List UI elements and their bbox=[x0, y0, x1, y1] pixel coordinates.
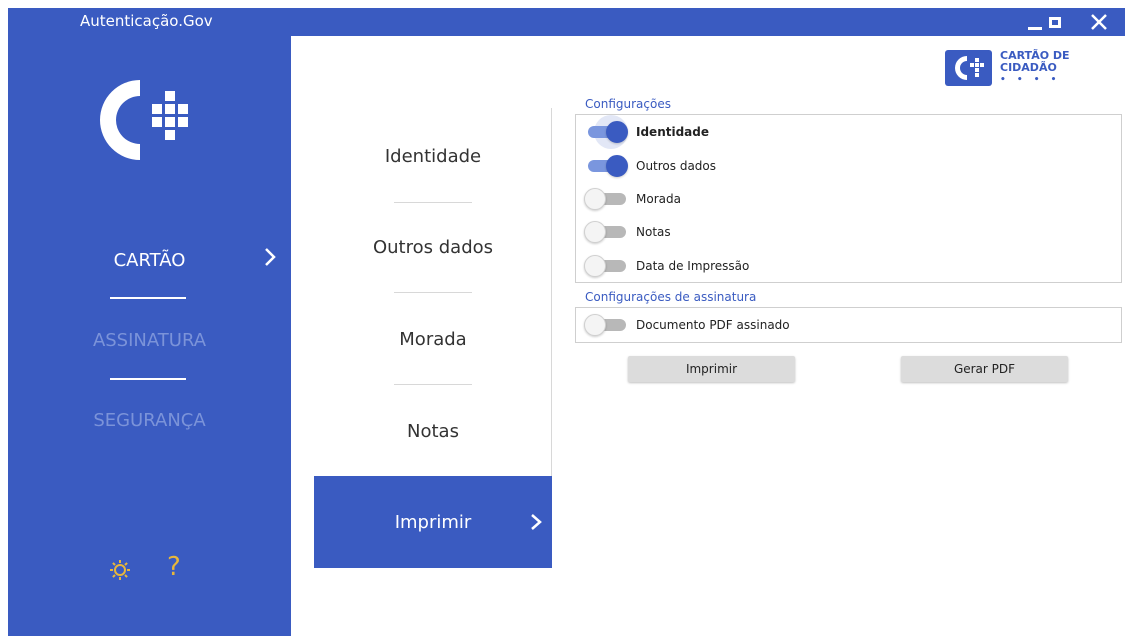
option-label: Morada bbox=[636, 192, 681, 206]
option-label: Notas bbox=[636, 225, 671, 239]
close-icon bbox=[1091, 14, 1107, 30]
toggle-data-impressao[interactable] bbox=[584, 255, 628, 277]
option-row: Documento PDF assinado bbox=[584, 314, 790, 336]
toggle-morada[interactable] bbox=[584, 188, 628, 210]
submenu-divider bbox=[394, 202, 472, 203]
app-logo bbox=[98, 78, 208, 162]
option-row: Identidade bbox=[584, 115, 710, 149]
maximize-icon bbox=[1049, 16, 1061, 28]
submenu-divider bbox=[394, 292, 472, 293]
print-button[interactable]: Imprimir bbox=[628, 356, 795, 382]
toggle-identidade[interactable] bbox=[584, 115, 628, 149]
submenu-item-imprimir[interactable]: Imprimir bbox=[314, 476, 552, 568]
submenu-item-identidade[interactable]: Identidade bbox=[314, 146, 552, 167]
option-row: Outros dados bbox=[584, 155, 716, 177]
cc-logo-icon bbox=[955, 56, 984, 80]
option-label: Data de Impressão bbox=[636, 259, 750, 273]
option-label: Documento PDF assinado bbox=[636, 318, 790, 332]
chevron-right-icon bbox=[531, 514, 542, 530]
nav-divider bbox=[110, 297, 186, 299]
cc-logo-text-wrap: CARTÃO DE CIDADÃO • • • • bbox=[1000, 50, 1125, 86]
option-label: Identidade bbox=[636, 125, 710, 139]
cc-logo-dots: • • • • bbox=[1000, 75, 1061, 85]
close-button[interactable] bbox=[1084, 8, 1114, 36]
cartao-cidadao-logo-icon bbox=[100, 80, 188, 160]
window-frame-top bbox=[0, 0, 1133, 8]
submenu-item-outros-dados[interactable]: Outros dados bbox=[314, 237, 552, 258]
settings-panel: Identidade Outros dados Morada Notas Dat… bbox=[575, 114, 1122, 283]
option-label: Outros dados bbox=[636, 159, 717, 173]
option-row: Morada bbox=[584, 188, 681, 210]
submenu-item-morada[interactable]: Morada bbox=[314, 329, 552, 350]
submenu-item-notas[interactable]: Notas bbox=[314, 421, 552, 442]
settings-gear-icon[interactable] bbox=[108, 558, 132, 582]
signature-section-title: Configurações de assinatura bbox=[585, 290, 757, 304]
card-submenu: Identidade Outros dados Morada Notas Imp… bbox=[314, 108, 552, 568]
help-icon[interactable]: ? bbox=[167, 552, 181, 582]
submenu-item-imprimir-label: Imprimir bbox=[394, 512, 472, 533]
cartao-de-cidadao-logo: CARTÃO DE CIDADÃO • • • • bbox=[945, 50, 1125, 86]
nav-item-seguranca[interactable]: SEGURANÇA bbox=[8, 410, 291, 431]
toggle-documento-pdf-assinado[interactable] bbox=[584, 314, 628, 336]
nav-item-assinatura[interactable]: ASSINATURA bbox=[8, 330, 291, 351]
nav-item-cartao[interactable]: CARTÃO bbox=[8, 250, 291, 271]
sidebar: CARTÃO ASSINATURA SEGURANÇA ? bbox=[8, 36, 291, 636]
generate-pdf-button[interactable]: Gerar PDF bbox=[901, 356, 1068, 382]
option-row: Data de Impressão bbox=[584, 255, 749, 277]
app-title: Autenticação.Gov bbox=[80, 12, 213, 30]
cc-badge-icon bbox=[945, 50, 992, 86]
maximize-button[interactable] bbox=[1040, 8, 1070, 36]
nav-divider bbox=[110, 378, 186, 380]
option-row: Notas bbox=[584, 221, 671, 243]
toggle-outros-dados[interactable] bbox=[584, 155, 628, 177]
title-bar: Autenticação.Gov bbox=[8, 8, 1125, 36]
chevron-right-icon bbox=[265, 248, 276, 266]
cc-logo-text: CARTÃO DE CIDADÃO bbox=[1000, 49, 1070, 74]
signature-settings-panel: Documento PDF assinado bbox=[575, 307, 1122, 343]
submenu-divider bbox=[394, 384, 472, 385]
toggle-notas[interactable] bbox=[584, 221, 628, 243]
settings-section-title: Configurações bbox=[585, 97, 671, 111]
